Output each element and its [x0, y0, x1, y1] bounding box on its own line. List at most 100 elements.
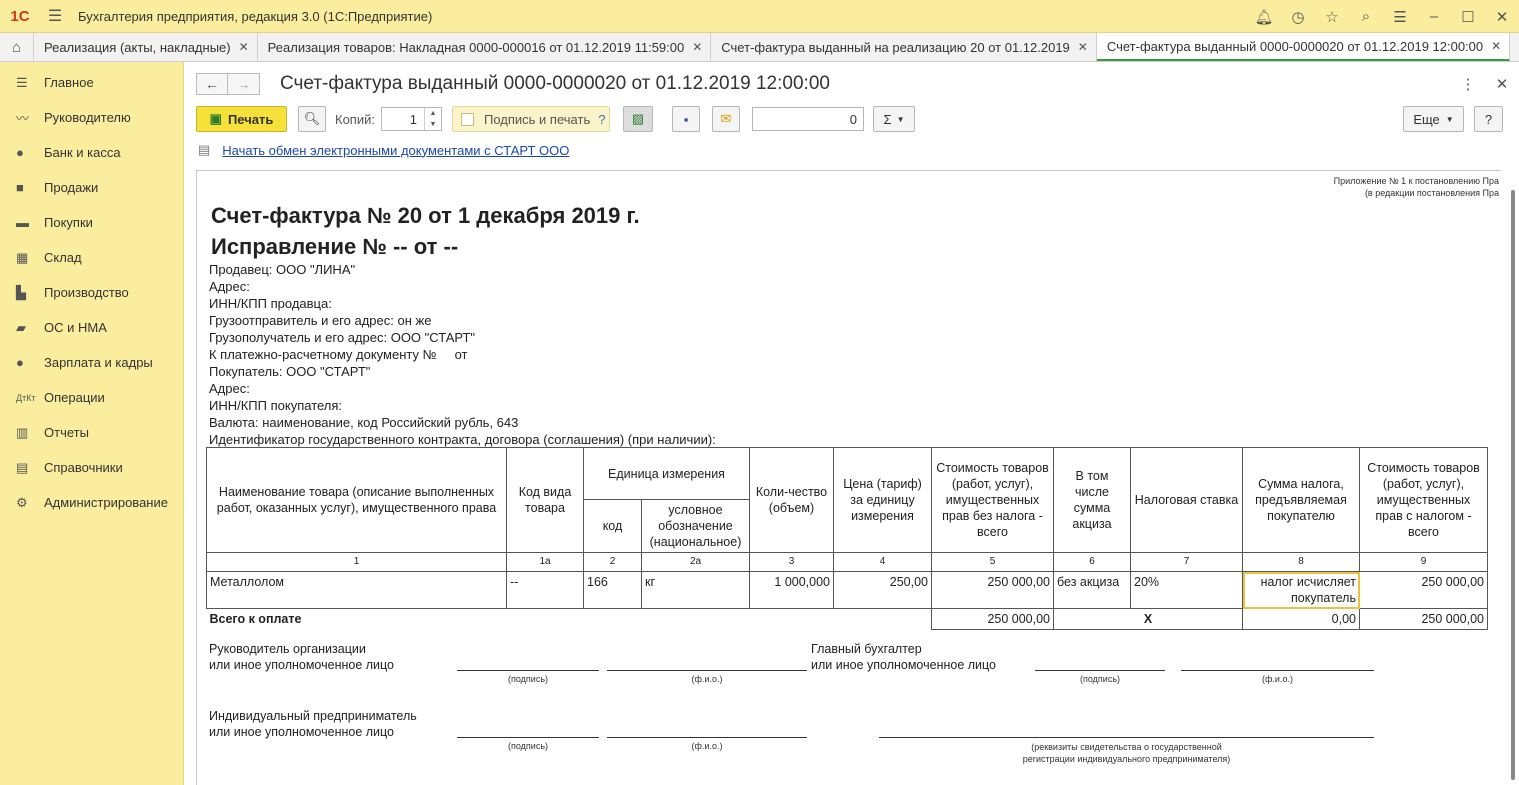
- hamburger-menu-icon[interactable]: ☰: [40, 0, 70, 33]
- history-icon[interactable]: ◷: [1281, 0, 1315, 33]
- help-button[interactable]: ?: [1474, 106, 1503, 132]
- minimize-icon[interactable]: –: [1417, 0, 1451, 33]
- tab-invoice-issued[interactable]: Счет-фактура выданный 0000-0000020 от 01…: [1096, 33, 1511, 61]
- total-label: Всего к оплате: [206, 608, 932, 630]
- ip-fio-line: [607, 737, 807, 738]
- tab-label: Счет-фактура выданный на реализацию 20 о…: [721, 39, 1070, 55]
- col-number: 1а: [506, 552, 584, 572]
- sidebar-item-catalogs[interactable]: ▤ Справочники: [0, 450, 183, 485]
- req-caption-line: регистрации индивидуального предпринимат…: [1022, 754, 1231, 764]
- scrollbar-thumb[interactable]: [1511, 190, 1515, 780]
- sum-field[interactable]: 0: [752, 107, 864, 131]
- more-actions-icon[interactable]: ⋮: [1451, 68, 1485, 101]
- sidebar-item-warehouse[interactable]: ▦ Склад: [0, 240, 183, 275]
- sidebar-item-main[interactable]: ☰ Главное: [0, 65, 183, 100]
- factory-icon: ▙: [16, 284, 26, 300]
- sidebar-item-production[interactable]: ▙ Производство: [0, 275, 183, 310]
- cell-cost-no-tax[interactable]: 250 000,00: [931, 571, 1054, 609]
- email-button[interactable]: ✉: [712, 106, 740, 132]
- sidebar-item-assets[interactable]: ▰ ОС и НМА: [0, 310, 183, 345]
- help-icon[interactable]: ?: [598, 112, 605, 127]
- cell-cost-with-tax[interactable]: 250 000,00: [1359, 571, 1488, 609]
- col-number: 8: [1242, 552, 1360, 572]
- bell-icon[interactable]: 🔔︎: [1247, 0, 1281, 33]
- close-tab-icon[interactable]: ✕: [1078, 40, 1088, 54]
- print-button[interactable]: ▣ Печать: [196, 106, 287, 132]
- appendix-line: Приложение № 1 к постановлению Пра: [1333, 176, 1499, 186]
- star-icon[interactable]: ☆: [1315, 0, 1349, 33]
- cell-kind-code[interactable]: --: [506, 571, 584, 609]
- close-tab-icon[interactable]: ✕: [239, 40, 249, 54]
- sidebar-item-purchases[interactable]: ▬ Покупки: [0, 205, 183, 240]
- tab-realization-invoice[interactable]: Реализация товаров: Накладная 0000-00001…: [258, 33, 712, 61]
- edit-mode-button[interactable]: ▨: [623, 106, 653, 132]
- maximize-icon[interactable]: ☐: [1451, 0, 1485, 33]
- edo-exchange-link[interactable]: Начать обмен электронными документами с …: [222, 143, 569, 158]
- sidebar-item-bank[interactable]: ● Банк и касса: [0, 135, 183, 170]
- vertical-scrollbar[interactable]: [1507, 170, 1519, 785]
- open-tabs-bar: ⌂ Реализация (акты, накладные) ✕ Реализац…: [0, 33, 1519, 62]
- cell-qty[interactable]: 1 000,000: [749, 571, 834, 609]
- sig-text: или иное уполномоченное лицо: [209, 658, 395, 672]
- back-arrow-icon[interactable]: ←: [196, 73, 228, 95]
- copies-stepper[interactable]: ▲ ▼: [424, 108, 441, 130]
- more-button[interactable]: Еще ▼: [1403, 106, 1464, 132]
- cell-name[interactable]: Металлолом: [206, 571, 507, 609]
- cell-price[interactable]: 250,00: [833, 571, 932, 609]
- copies-value: 1: [409, 111, 417, 127]
- col-number: 2а: [641, 552, 750, 572]
- col-number: 6: [1053, 552, 1131, 572]
- preview-button[interactable]: 🔍︎: [298, 106, 326, 132]
- head-sign-caption: (подпись): [507, 674, 549, 684]
- buyer-line: Покупатель: ООО "СТАРТ": [209, 364, 371, 379]
- cell-excise[interactable]: без акциза: [1053, 571, 1131, 609]
- total-cost-no-tax[interactable]: 250 000,00: [931, 608, 1054, 630]
- col-header-unit-name: условное обозначение (национальное): [641, 499, 750, 553]
- col-header-unit: Единица измерения: [583, 447, 750, 500]
- col-number: 2: [583, 552, 642, 572]
- total-tax-sum[interactable]: 0,00: [1242, 608, 1360, 630]
- sidebar-item-label: Производство: [44, 285, 129, 300]
- home-icon[interactable]: ⌂: [0, 33, 34, 61]
- document-toolbar: ▣ Печать 🔍︎ Копий: 1 ▲ ▼ Подпись и печать …: [184, 106, 1519, 134]
- sidebar-item-operations[interactable]: ДтКт Операции: [0, 380, 183, 415]
- sum-value: 0: [849, 111, 857, 127]
- cell-tax-sum-selected[interactable]: налог исчисляет покупатель: [1242, 571, 1360, 609]
- save-icon: ▪: [683, 111, 689, 127]
- sig-text: или иное уполномоченное лицо: [811, 658, 997, 672]
- ip-requisites-caption: (реквизиты свидетельства о государственн…: [879, 741, 1374, 765]
- sig-text: или иное уполномоченное лицо: [209, 725, 395, 739]
- tab-realizations-list[interactable]: Реализация (акты, накладные) ✕: [34, 33, 258, 61]
- ip-fio-caption: (ф.и.о.): [691, 741, 723, 751]
- sidebar-item-salary[interactable]: ● Зарплата и кадры: [0, 345, 183, 380]
- tab-invoice-for-realization[interactable]: Счет-фактура выданный на реализацию 20 о…: [711, 33, 1097, 61]
- book-icon: ▤: [16, 459, 29, 475]
- logo-1c: 1С: [10, 7, 30, 25]
- seller-inn-line: ИНН/КПП продавца:: [209, 296, 332, 311]
- save-button[interactable]: ▪: [672, 106, 700, 132]
- sidebar-item-sales[interactable]: ■ Продажи: [0, 170, 183, 205]
- close-tab-icon[interactable]: ✕: [1491, 39, 1501, 53]
- cell-tax-rate[interactable]: 20%: [1130, 571, 1243, 609]
- search-icon[interactable]: ⌕: [1349, 0, 1383, 33]
- settings-menu-icon[interactable]: ☰: [1383, 0, 1417, 33]
- sum-mode-dropdown[interactable]: Σ ▼: [873, 106, 915, 132]
- chart-icon: 〰: [16, 111, 30, 126]
- cell-unit-code[interactable]: 166: [583, 571, 642, 609]
- total-row: Всего к оплате 250 000,00 X 0,00 250 000…: [206, 608, 1488, 630]
- sidebar-item-reports[interactable]: ▥ Отчеты: [0, 415, 183, 450]
- checkbox-icon[interactable]: [461, 112, 474, 126]
- document-header: ← → Счет-фактура выданный 0000-0000020 о…: [184, 62, 1519, 106]
- sidebar-item-director[interactable]: 〰 Руководителю: [0, 100, 183, 135]
- forward-arrow-icon[interactable]: →: [228, 73, 260, 95]
- sidebar-item-label: Руководителю: [44, 110, 131, 125]
- close-window-icon[interactable]: ✕: [1485, 0, 1519, 33]
- total-cost-with-tax[interactable]: 250 000,00: [1359, 608, 1488, 630]
- help-label: ?: [1484, 111, 1493, 127]
- cell-unit-name[interactable]: кг: [641, 571, 750, 609]
- appendix-note: Приложение № 1 к постановлению Пра (в ре…: [1334, 175, 1499, 199]
- sign-and-print-toggle[interactable]: Подпись и печать ?: [452, 106, 610, 132]
- sidebar-item-admin[interactable]: ⚙ Администрирование: [0, 485, 183, 520]
- close-tab-icon[interactable]: ✕: [692, 40, 702, 54]
- close-form-icon[interactable]: ✕: [1485, 68, 1519, 101]
